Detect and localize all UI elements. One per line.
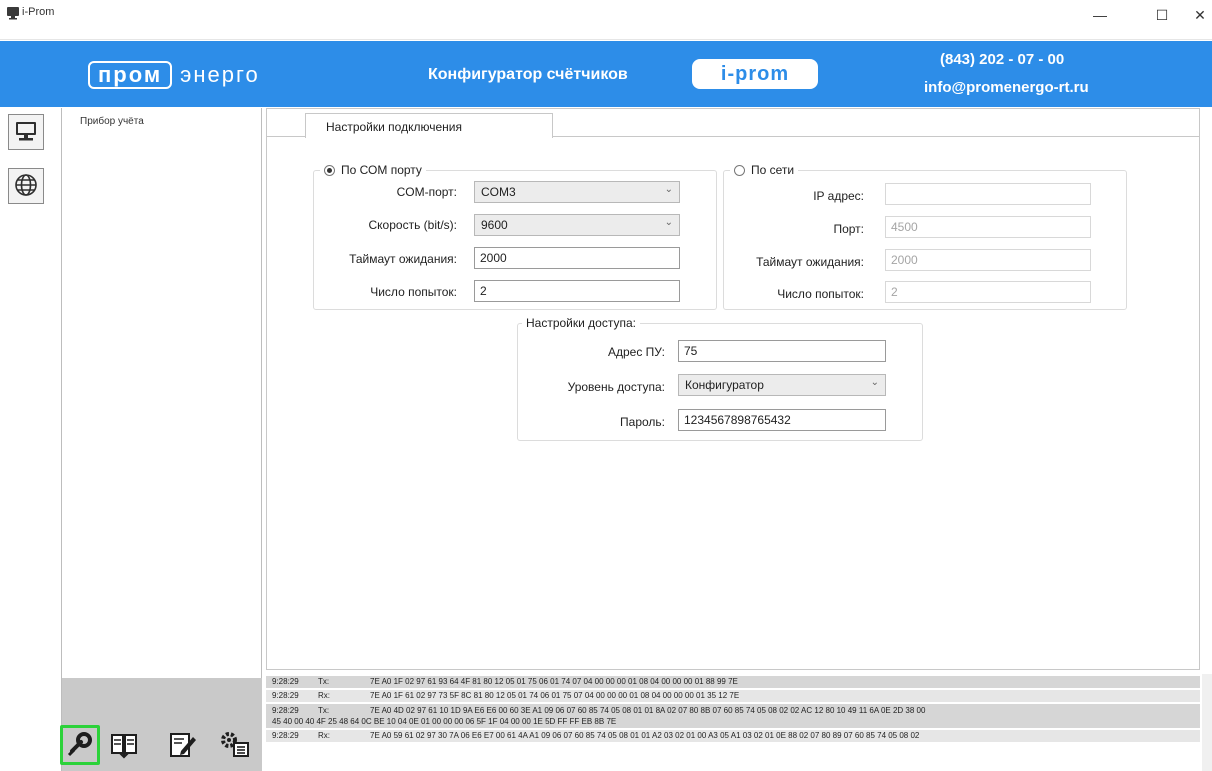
header-banner: пром энерго Конфигуратор счётчиков i-pro… bbox=[0, 41, 1212, 107]
read-data-icon bbox=[109, 729, 139, 762]
network-view-button[interactable] bbox=[8, 168, 44, 204]
tab-connection-settings[interactable]: Настройки подключения bbox=[305, 113, 553, 138]
app-icon bbox=[6, 6, 20, 20]
net-attempts-input[interactable]: 2 bbox=[885, 281, 1091, 303]
edit-button[interactable] bbox=[162, 725, 202, 765]
com-port-select[interactable]: COM3 ⌄ bbox=[474, 181, 680, 203]
log-direction: Tx: bbox=[318, 677, 330, 686]
tab-strip: Настройки подключения bbox=[267, 109, 1199, 138]
contact-phone: (843) 202 - 07 - 00 bbox=[940, 51, 1065, 68]
com-port-option[interactable]: По СОМ порту bbox=[320, 163, 426, 177]
connect-button[interactable] bbox=[60, 725, 100, 765]
network-option-label: По сети bbox=[751, 163, 795, 177]
log-time: 9:28:29 bbox=[272, 691, 299, 700]
contact-email: info@promenergo-rt.ru bbox=[924, 79, 1089, 96]
com-attempts-input[interactable]: 2 bbox=[474, 280, 680, 302]
close-button[interactable]: ✕ bbox=[1188, 8, 1212, 22]
speed-label: Скорость (bit/s): bbox=[368, 218, 458, 232]
network-radio[interactable] bbox=[734, 164, 745, 176]
app-name: Конфигуратор счётчиков bbox=[428, 66, 628, 83]
log-row: 9:28:29 Tx: 7E A0 4D 02 97 61 10 1D 9A E… bbox=[266, 704, 1200, 728]
access-settings-legend: Настройки доступа: bbox=[522, 316, 640, 330]
network-option[interactable]: По сети bbox=[730, 163, 799, 177]
communication-log[interactable]: 9:28:29 Tx: 7E A0 1F 02 97 61 93 64 4F 8… bbox=[266, 674, 1200, 771]
log-time: 9:28:29 bbox=[272, 677, 299, 686]
speed-select[interactable]: 9600 ⌄ bbox=[474, 214, 680, 236]
monitor-icon bbox=[13, 118, 39, 147]
com-attempts-label: Число попыток: bbox=[370, 285, 457, 299]
net-timeout-input[interactable]: 2000 bbox=[885, 249, 1091, 271]
window-titlebar: i-Prom — ☐ ✕ bbox=[0, 0, 1212, 40]
log-scrollbar[interactable] bbox=[1202, 674, 1212, 771]
maximize-button[interactable]: ☐ bbox=[1150, 8, 1174, 22]
com-port-option-label: По СОМ порту bbox=[341, 163, 422, 177]
password-input[interactable]: 1234567898765432 bbox=[678, 409, 886, 431]
log-data: 7E A0 1F 02 97 61 93 64 4F 81 80 12 05 0… bbox=[370, 677, 738, 686]
net-attempts-label: Число попыток: bbox=[777, 287, 864, 301]
access-level-label: Уровень доступа: bbox=[567, 380, 665, 394]
log-direction: Rx: bbox=[318, 731, 330, 740]
left-icon-column bbox=[0, 108, 62, 771]
device-address-input[interactable]: 75 bbox=[678, 340, 886, 362]
com-port-radio[interactable] bbox=[324, 164, 335, 176]
settings-list-button[interactable] bbox=[214, 725, 254, 765]
log-row: 9:28:29 Tx: 7E A0 1F 02 97 61 93 64 4F 8… bbox=[266, 676, 1200, 688]
speed-value: 9600 bbox=[481, 218, 508, 232]
password-label: Пароль: bbox=[620, 415, 665, 429]
chevron-down-icon: ⌄ bbox=[664, 184, 673, 195]
access-settings-title: Настройки доступа: bbox=[526, 316, 636, 330]
logo-boxed-text: пром bbox=[88, 61, 173, 89]
ip-address-input[interactable] bbox=[885, 183, 1091, 205]
minimize-button[interactable]: — bbox=[1088, 8, 1112, 22]
connect-icon bbox=[65, 729, 95, 762]
com-port-value: COM3 bbox=[481, 185, 516, 199]
com-timeout-input[interactable]: 2000 bbox=[474, 247, 680, 269]
connection-settings-panel: Настройки подключения По СОМ порту COM-п… bbox=[266, 108, 1200, 670]
log-data-continued: 45 40 00 40 4F 25 48 64 0C BE 10 04 0E 0… bbox=[272, 717, 617, 726]
device-view-button[interactable] bbox=[8, 114, 44, 150]
brand-badge: i-prom bbox=[692, 59, 818, 89]
logo-rest-text: энерго bbox=[180, 62, 260, 87]
log-time: 9:28:29 bbox=[272, 731, 299, 740]
window-title: i-Prom bbox=[22, 6, 55, 18]
access-level-select[interactable]: Конфигуратор ⌄ bbox=[678, 374, 886, 396]
net-port-label: Порт: bbox=[833, 222, 864, 236]
device-address-label: Адрес ПУ: bbox=[607, 345, 665, 359]
globe-icon bbox=[13, 172, 39, 201]
read-data-button[interactable] bbox=[104, 725, 144, 765]
log-time: 9:28:29 bbox=[272, 706, 299, 715]
chevron-down-icon: ⌄ bbox=[664, 217, 673, 228]
net-port-input[interactable]: 4500 bbox=[885, 216, 1091, 238]
log-data: 7E A0 4D 02 97 61 10 1D 9A E6 E6 00 60 3… bbox=[370, 706, 926, 715]
company-logo: пром энерго bbox=[88, 57, 260, 93]
ip-address-label: IP адрес: bbox=[813, 189, 864, 203]
com-port-label: COM-порт: bbox=[396, 185, 457, 199]
log-row: 9:28:29 Rx: 7E A0 59 61 02 97 30 7A 06 E… bbox=[266, 730, 1200, 742]
log-data: 7E A0 59 61 02 97 30 7A 06 E6 E7 00 61 4… bbox=[370, 731, 920, 740]
log-direction: Tx: bbox=[318, 706, 330, 715]
log-data: 7E A0 1F 61 02 97 73 5F 8C 81 80 12 05 0… bbox=[370, 691, 740, 700]
settings-list-icon bbox=[218, 729, 250, 762]
edit-icon bbox=[167, 729, 197, 762]
device-tree-panel[interactable]: Прибор учёта bbox=[62, 108, 262, 678]
log-direction: Rx: bbox=[318, 691, 330, 700]
access-level-value: Конфигуратор bbox=[685, 378, 764, 392]
chevron-down-icon: ⌄ bbox=[870, 377, 879, 388]
log-row: 9:28:29 Rx: 7E A0 1F 61 02 97 73 5F 8C 8… bbox=[266, 690, 1200, 702]
com-timeout-label: Таймаут ожидания: bbox=[349, 252, 457, 266]
net-timeout-label: Таймаут ожидания: bbox=[756, 255, 864, 269]
tree-root-label[interactable]: Прибор учёта bbox=[80, 116, 144, 127]
